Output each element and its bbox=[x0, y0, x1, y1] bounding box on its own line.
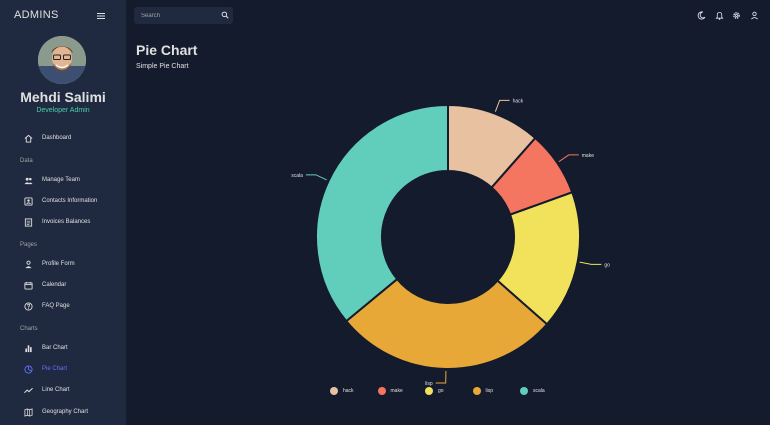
sidebar-item-bar-chart[interactable]: Bar Chart bbox=[24, 343, 120, 355]
pie-chart: hackmakegolispscala bbox=[291, 98, 610, 387]
sidebar-item-manage-team[interactable]: Manage Team bbox=[24, 175, 120, 187]
slice-label: go bbox=[604, 262, 610, 268]
map-icon bbox=[24, 408, 33, 417]
legend-label: scala bbox=[533, 387, 545, 394]
sidebar-item-invoices[interactable]: Invoices Balances bbox=[24, 217, 120, 229]
user-icon[interactable] bbox=[750, 11, 759, 20]
sidebar-item-label: Bar Chart bbox=[42, 345, 68, 351]
brand-title: ADMINS bbox=[14, 9, 59, 21]
legend-item-go[interactable]: go bbox=[425, 386, 465, 396]
sidebar-item-calendar[interactable]: Calendar bbox=[24, 280, 120, 292]
slice-label: hack bbox=[513, 98, 524, 104]
legend-label: lisp bbox=[485, 387, 494, 394]
legend-item-hack[interactable]: hack bbox=[330, 386, 370, 396]
legend-label: hack bbox=[343, 387, 354, 394]
legend-label: go bbox=[438, 387, 444, 394]
search-icon[interactable] bbox=[221, 11, 229, 19]
sidebar-item-faq[interactable]: FAQ Page bbox=[24, 301, 120, 313]
menu-icon[interactable] bbox=[96, 11, 106, 21]
slice-leader-line bbox=[494, 99, 510, 112]
notifications-icon[interactable] bbox=[715, 11, 724, 20]
line-chart-icon bbox=[24, 387, 33, 394]
sidebar-item-dashboard[interactable]: Dashboard bbox=[24, 133, 120, 145]
slice-leader-line bbox=[435, 370, 447, 384]
section-label-pages: Pages bbox=[20, 242, 38, 248]
receipt-icon bbox=[24, 218, 33, 227]
legend-swatch bbox=[425, 387, 433, 395]
sidebar-item-contacts[interactable]: Contacts Information bbox=[24, 196, 120, 208]
search-box bbox=[134, 7, 233, 24]
calendar-icon bbox=[24, 281, 33, 290]
home-icon bbox=[24, 134, 33, 143]
person-icon bbox=[25, 260, 32, 269]
sidebar-item-label: Pie Chart bbox=[42, 366, 68, 372]
sidebar-item-label: Calendar bbox=[42, 282, 67, 288]
sidebar-item-label: FAQ Page bbox=[42, 303, 70, 309]
legend-item-scala[interactable]: scala bbox=[520, 386, 560, 396]
sidebar-item-label: Dashboard bbox=[42, 135, 72, 141]
sidebar-item-label: Line Chart bbox=[42, 387, 70, 393]
search-input[interactable] bbox=[141, 10, 213, 21]
sidebar-item-label: Geography Chart bbox=[42, 409, 89, 415]
section-label-data: Data bbox=[20, 158, 33, 164]
section-label-charts: Charts bbox=[20, 326, 38, 332]
sidebar-item-pie-chart[interactable]: Pie Chart bbox=[24, 364, 120, 376]
bar-chart-icon bbox=[25, 345, 32, 353]
profile-name: Mehdi Salimi bbox=[20, 89, 106, 105]
legend-swatch bbox=[520, 387, 528, 395]
slice-label: scala bbox=[291, 173, 303, 179]
legend-label: make bbox=[390, 387, 403, 394]
profile-role: Developer Admin bbox=[36, 107, 90, 114]
legend-item-make[interactable]: make bbox=[377, 386, 418, 396]
contacts-icon bbox=[24, 197, 33, 206]
people-icon bbox=[24, 177, 33, 185]
sidebar-item-label: Contacts Information bbox=[42, 198, 98, 204]
page-subtitle: Simple Pie Chart bbox=[136, 63, 189, 70]
sidebar-item-label: Invoices Balances bbox=[42, 219, 91, 225]
legend-swatch bbox=[330, 387, 338, 395]
slice-leader-line bbox=[558, 154, 579, 163]
avatar bbox=[38, 36, 86, 84]
pie-chart-icon bbox=[24, 365, 33, 374]
page-title: Pie Chart bbox=[136, 42, 198, 58]
dark-mode-icon[interactable] bbox=[697, 11, 706, 20]
legend-swatch bbox=[472, 387, 481, 395]
legend-swatch bbox=[377, 387, 386, 395]
sidebar-header: ADMINS bbox=[14, 9, 110, 23]
settings-icon[interactable] bbox=[732, 11, 741, 20]
sidebar-item-profile-form[interactable]: Profile Form bbox=[24, 259, 120, 271]
pie-slice-scala[interactable] bbox=[315, 103, 449, 323]
sidebar: ADMINS Mehdi Salimi Developer Admin Dash… bbox=[0, 0, 126, 425]
legend-item-lisp[interactable]: lisp bbox=[472, 386, 513, 396]
sidebar-item-label: Profile Form bbox=[42, 261, 75, 267]
sidebar-item-label: Manage Team bbox=[42, 177, 80, 183]
sidebar-item-geography-chart[interactable]: Geography Chart bbox=[24, 407, 120, 419]
slice-label: make bbox=[582, 153, 594, 159]
slice-leader-line bbox=[305, 174, 327, 181]
sidebar-item-line-chart[interactable]: Line Chart bbox=[24, 385, 120, 397]
slice-leader-line bbox=[579, 261, 602, 265]
help-icon bbox=[24, 302, 33, 311]
